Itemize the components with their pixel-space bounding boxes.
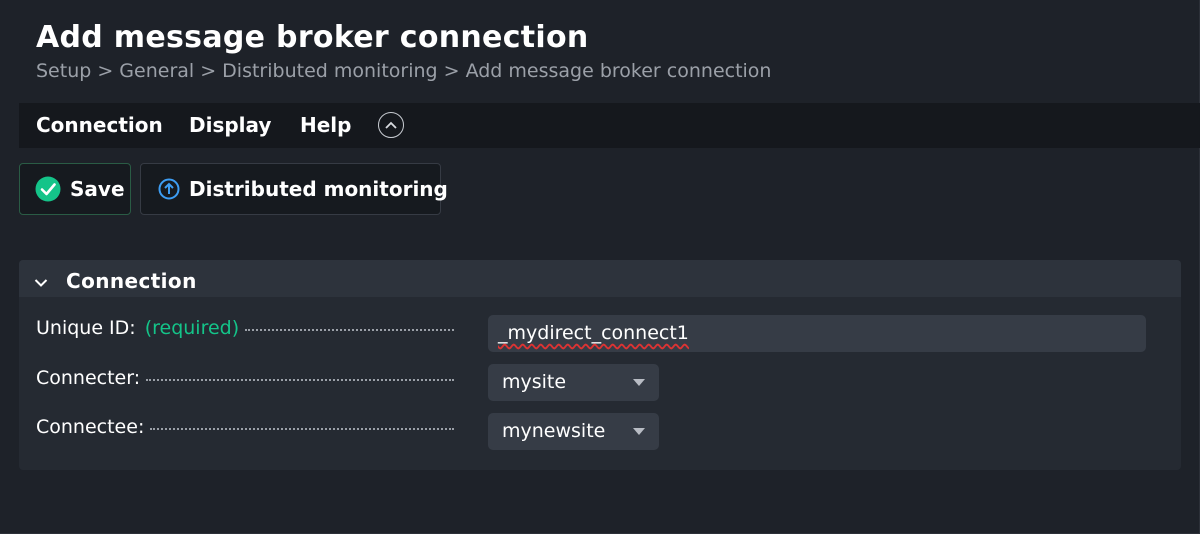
connection-section-header[interactable]: Connection (19, 260, 1181, 297)
connecter-value: mysite (502, 371, 567, 393)
unique-id-input[interactable]: _mydirect_connect1 (488, 315, 1146, 352)
unique-id-value: _mydirect_connect1 (498, 322, 689, 344)
chevron-down-icon (34, 273, 48, 292)
dropdown-caret-icon (633, 428, 645, 435)
section-title: Connection (66, 269, 197, 293)
chevron-up-circle-icon[interactable] (378, 112, 404, 138)
dotted-leader (245, 329, 454, 331)
connecter-select[interactable]: mysite (488, 364, 659, 401)
save-button[interactable]: Save (19, 163, 131, 215)
menu-help[interactable]: Help (300, 103, 351, 148)
connection-section: Connection Unique ID: (required) _mydire… (19, 260, 1181, 470)
breadcrumb[interactable]: Setup > General > Distributed monitoring… (36, 60, 771, 82)
connecter-label: Connecter: (36, 367, 141, 389)
dotted-leader (146, 379, 454, 381)
connectee-select[interactable]: mynewsite (488, 413, 659, 450)
connectee-label: Connectee: (36, 416, 145, 438)
unique-id-label-row: Unique ID: (required) (36, 317, 454, 339)
arrow-up-circle-icon (158, 178, 180, 200)
unique-id-label: Unique ID: (36, 317, 136, 339)
menu-bar: Connection Display Help (19, 103, 1200, 148)
page-title: Add message broker connection (36, 20, 589, 55)
menu-display[interactable]: Display (189, 103, 271, 148)
required-note: (required) (144, 317, 240, 339)
connectee-label-row: Connectee: (36, 416, 454, 438)
save-button-label: Save (70, 177, 125, 201)
check-circle-icon (35, 176, 61, 202)
dropdown-caret-icon (633, 379, 645, 386)
connecter-label-row: Connecter: (36, 367, 454, 389)
connectee-value: mynewsite (502, 420, 606, 442)
menu-connection[interactable]: Connection (36, 103, 163, 148)
dotted-leader (150, 428, 454, 430)
distributed-monitoring-button[interactable]: Distributed monitoring (140, 163, 448, 215)
distributed-monitoring-label: Distributed monitoring (189, 177, 448, 201)
